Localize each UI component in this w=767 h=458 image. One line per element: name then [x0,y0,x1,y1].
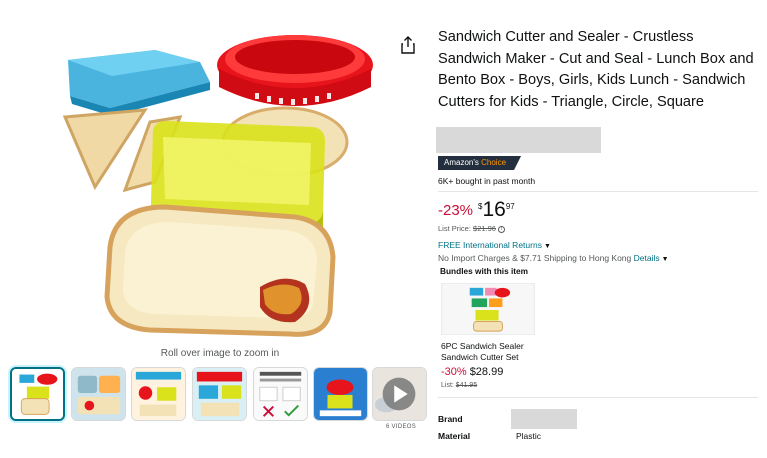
bundle-name-link[interactable]: 6PC Sandwich Sealer Sandwich Cutter Set [441,341,551,363]
spec-value-brand [511,409,577,429]
bought-count: 6K+ bought in past month [438,176,536,186]
price-fraction: 97 [505,202,515,211]
spec-label-brand: Brand [438,414,463,424]
bundles-heading: Bundles with this item [440,266,529,276]
share-icon[interactable] [400,36,416,54]
thumbnail-1[interactable] [10,367,65,421]
main-product-image[interactable] [55,22,380,344]
zoom-hint: Roll over image to zoom in [160,348,280,359]
thumbnail-video[interactable] [372,367,427,421]
returns-text: FREE International Returns [438,240,542,250]
thumbnail-6[interactable] [313,367,368,421]
amazons-choice-badge[interactable]: Amazon's Choice [438,156,521,170]
product-title: Sandwich Cutter and Sealer - Crustless S… [438,29,754,110]
import-charges: No Import Charges & $7.71 Shipping to Ho… [438,253,669,263]
price-whole: 16 [482,198,506,221]
bundle-list-label: List: [441,382,454,389]
info-icon[interactable]: i [498,225,506,233]
thumbnail-4[interactable] [192,367,247,421]
bundle-product-image[interactable] [441,283,535,335]
bundle-list-value: $41.95 [455,382,478,389]
spec-value-material: Plastic [516,431,542,441]
free-returns-link[interactable]: FREE International Returns ▼ [438,240,551,250]
thumbnail-2[interactable] [71,367,126,421]
badge-accent: Choice [481,158,507,167]
badge-prefix: Amazon's [444,158,479,167]
chevron-down-icon: ▼ [543,243,551,250]
chevron-down-icon: ▼ [661,256,669,263]
redacted-rating-bar [436,127,601,153]
bundle-discount: -30% [441,366,467,378]
videos-label: 6 VIDEOS [385,424,417,430]
discount-percent: -23% [438,202,474,219]
thumbnail-3[interactable] [131,367,186,421]
bundle-price-row: -30% $28.99 [441,366,503,378]
bundle-list-price: List: $41.95 [441,382,477,389]
import-text: No Import Charges & $7.71 Shipping to Ho… [438,253,632,263]
thumbnail-5[interactable] [253,367,308,421]
price-row: -23% $ 16 97 [438,199,515,223]
details-link[interactable]: Details [634,253,660,263]
list-price-value: $21.96 [473,224,496,233]
list-price-label: List Price: [438,224,471,233]
bundle-price: $28.99 [469,366,504,378]
divider [438,397,758,398]
divider [438,191,758,192]
spec-label-material: Material [438,431,471,441]
list-price: List Price: $21.96 i [438,224,506,233]
